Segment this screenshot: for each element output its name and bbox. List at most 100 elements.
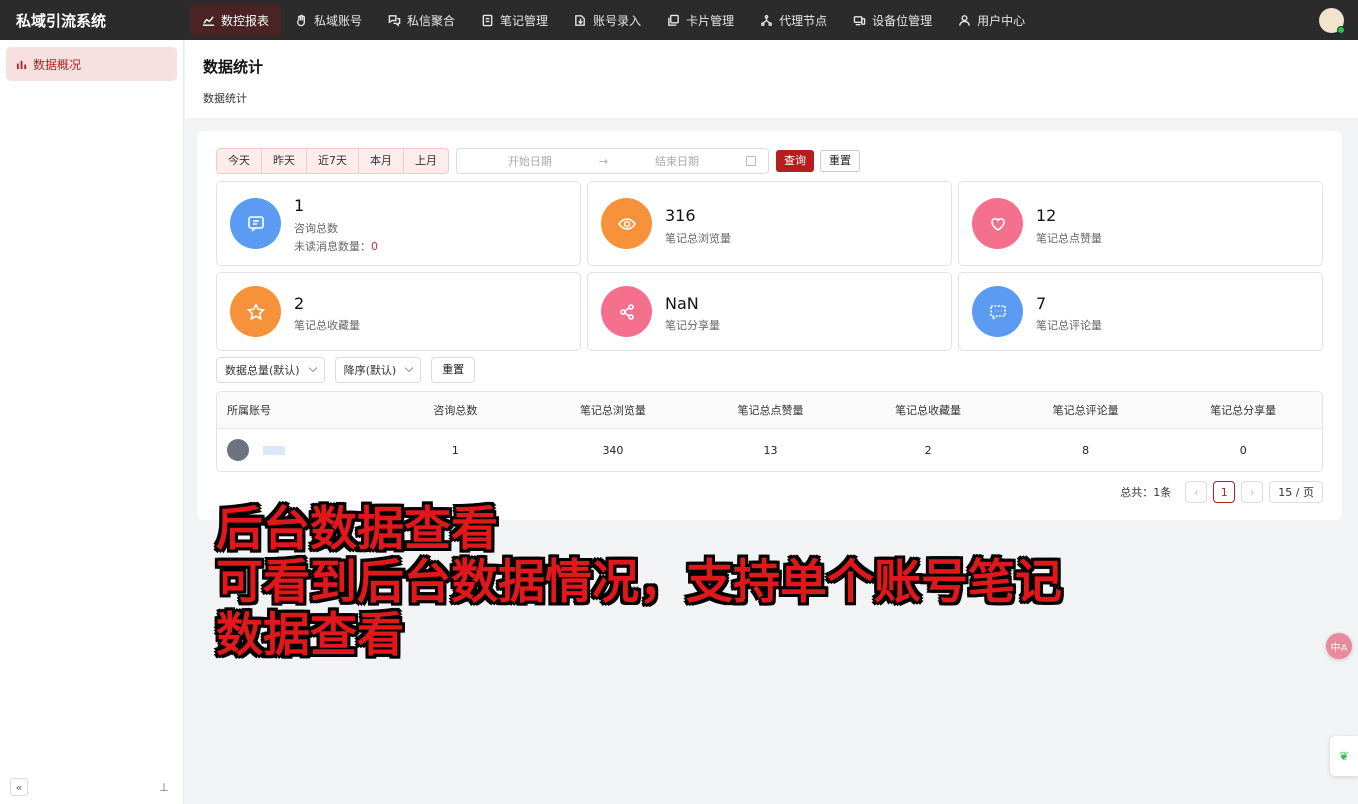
page-title: 数据统计 (203, 58, 264, 76)
order-select[interactable]: 降序(默认) (334, 357, 422, 383)
stat-value: 2 (294, 294, 305, 313)
sidebar: 数据概况 « ⊥ (0, 40, 184, 804)
table-cell: 340 (602, 443, 624, 457)
range-yesterday-button[interactable]: 昨天 (262, 149, 307, 173)
stat-note-likes: 12 笔记总点赞量 (958, 181, 1323, 266)
table-cell: 13 (763, 443, 778, 457)
arrow-right-icon: → (598, 154, 609, 168)
stat-label: 咨询总数 (294, 222, 338, 235)
nav-item-proxy-nodes[interactable]: 代理节点 (748, 4, 839, 36)
reset-filter-button[interactable]: 重置 (820, 150, 860, 172)
stat-note-favorites: 2 笔记总收藏量 (216, 272, 581, 351)
bar-chart-icon (16, 60, 27, 69)
nav-item-account-import[interactable]: 账号录入 (562, 4, 653, 36)
metric-select[interactable]: 数据总量(默认) (216, 357, 325, 383)
nav-item-private-accounts[interactable]: 私域账号 (283, 4, 374, 36)
range-today-button[interactable]: 今天 (217, 149, 262, 173)
next-page-button[interactable]: › (1241, 481, 1264, 503)
page-number[interactable]: 1 (1213, 481, 1236, 503)
table-cell: 0 (1239, 443, 1247, 457)
overlay-caption: 后台数据查看 可看到后台数据情况，支持单个账号笔记 数据查看 (216, 503, 1062, 662)
translate-button[interactable]: 中A (1326, 633, 1352, 659)
stat-note-comments: 7 笔记总评论量 (958, 272, 1323, 351)
page-header: 数据统计 数据统计 (185, 40, 1358, 118)
table-cell: 8 (1082, 443, 1090, 457)
account-stats-table: 所属账号 咨询总数 笔记总浏览量 笔记总点赞量 笔记总收藏量 笔记总评论量 笔记… (216, 391, 1323, 472)
reset-sort-button[interactable]: 重置 (431, 357, 476, 383)
prev-page-button[interactable]: ‹ (1185, 481, 1208, 503)
caption-line: 可看到后台数据情况，支持单个账号笔记 (216, 555, 1062, 610)
online-status-dot (1337, 26, 1345, 34)
collapse-sidebar-button[interactable]: « (10, 778, 28, 796)
column-header[interactable]: 笔记总收藏量 (849, 402, 1007, 418)
nav-item-user-center[interactable]: 用户中心 (946, 4, 1037, 36)
import-icon (575, 14, 585, 26)
message-icon (230, 198, 281, 249)
card-icon (668, 14, 679, 26)
heart-icon (972, 198, 1023, 249)
stats-card: 今天 昨天 近7天 本月 上月 开始日期 → 结束日期 查询 重置 1 咨询总数… (197, 131, 1342, 520)
query-button[interactable]: 查询 (776, 150, 814, 172)
stat-note-shares: NaN 笔记分享量 (587, 272, 952, 351)
end-date-input[interactable]: 结束日期 (616, 153, 738, 169)
node-icon (761, 14, 773, 26)
stats-grid: 1 咨询总数 未读消息数量：0 316 笔记总浏览量 12 笔记总点赞量 2 笔… (216, 181, 1323, 351)
share-icon (601, 286, 652, 337)
top-navbar: 私域引流系统 数控报表 私域账号 私信聚合 笔记管理 账号录入 卡片管理 代理节… (0, 0, 1358, 40)
unread-count: 未读消息数量：0 (294, 240, 378, 253)
table-cell: 2 (924, 443, 932, 457)
column-header[interactable]: 笔记总浏览量 (534, 402, 692, 418)
range-last-month-button[interactable]: 上月 (404, 149, 448, 173)
avatar (227, 439, 249, 461)
stat-value: 316 (665, 206, 696, 225)
brand-title: 私域引流系统 (16, 11, 107, 30)
breadcrumb: 数据统计 (203, 92, 247, 105)
table-cell: 1 (451, 443, 459, 457)
user-avatar[interactable] (1319, 8, 1345, 34)
eye-icon (601, 198, 652, 249)
caption-line: 数据查看 (216, 608, 404, 663)
stat-value: 12 (1036, 206, 1057, 225)
nav-item-notes[interactable]: 笔记管理 (469, 4, 560, 36)
nav-item-cards[interactable]: 卡片管理 (655, 4, 746, 36)
stat-label: 笔记总浏览量 (665, 232, 731, 245)
main-nav: 数控报表 私域账号 私信聚合 笔记管理 账号录入 卡片管理 代理节点 设备位管理… (190, 0, 1039, 40)
nav-item-report[interactable]: 数控报表 (190, 4, 282, 36)
column-header[interactable]: 笔记总分享量 (1164, 402, 1322, 418)
column-header[interactable]: 笔记总点赞量 (692, 402, 850, 418)
chat-icon (388, 14, 401, 27)
table-header: 所属账号 咨询总数 笔记总浏览量 笔记总点赞量 笔记总收藏量 笔记总评论量 笔记… (217, 392, 1322, 429)
chevron-down-icon (404, 363, 414, 373)
column-header[interactable]: 笔记总评论量 (1007, 402, 1165, 418)
chart-icon (202, 15, 215, 26)
stat-value: NaN (665, 294, 699, 313)
note-icon (482, 14, 493, 26)
range-7days-button[interactable]: 近7天 (307, 149, 359, 173)
stat-label: 笔记总评论量 (1036, 319, 1102, 332)
date-range-shortcuts: 今天 昨天 近7天 本月 上月 (216, 148, 449, 174)
nav-item-messages[interactable]: 私信聚合 (376, 4, 467, 36)
hand-icon (297, 14, 305, 26)
sidebar-item-data-overview[interactable]: 数据概况 (6, 47, 177, 81)
column-header[interactable]: 所属账号 (217, 402, 377, 418)
pagination: 总共：1条 ‹ 1 › 15 / 页 (1120, 481, 1323, 503)
column-header[interactable]: 咨询总数 (377, 402, 535, 418)
calendar-icon (746, 156, 756, 166)
table-row[interactable]: 1 340 13 2 8 0 (217, 429, 1322, 471)
account-cell (217, 439, 377, 461)
stat-label: 笔记总点赞量 (1036, 232, 1102, 245)
star-icon (230, 286, 281, 337)
user-icon (959, 14, 970, 26)
start-date-input[interactable]: 开始日期 (469, 153, 591, 169)
device-icon (853, 15, 866, 25)
pin-icon[interactable]: ⊥ (155, 778, 173, 796)
comment-icon (972, 286, 1023, 337)
range-this-month-button[interactable]: 本月 (359, 149, 404, 173)
stat-consult-total: 1 咨询总数 未读消息数量：0 (216, 181, 581, 266)
page-size-select[interactable]: 15 / 页 (1269, 481, 1323, 503)
chevron-down-icon (308, 363, 317, 373)
side-widget-leaf-icon[interactable]: ❦ (1330, 736, 1358, 776)
date-range-picker[interactable]: 开始日期 → 结束日期 (456, 148, 769, 174)
sort-bar: 数据总量(默认) 降序(默认) 重置 (216, 357, 476, 383)
nav-item-devices[interactable]: 设备位管理 (841, 4, 944, 36)
